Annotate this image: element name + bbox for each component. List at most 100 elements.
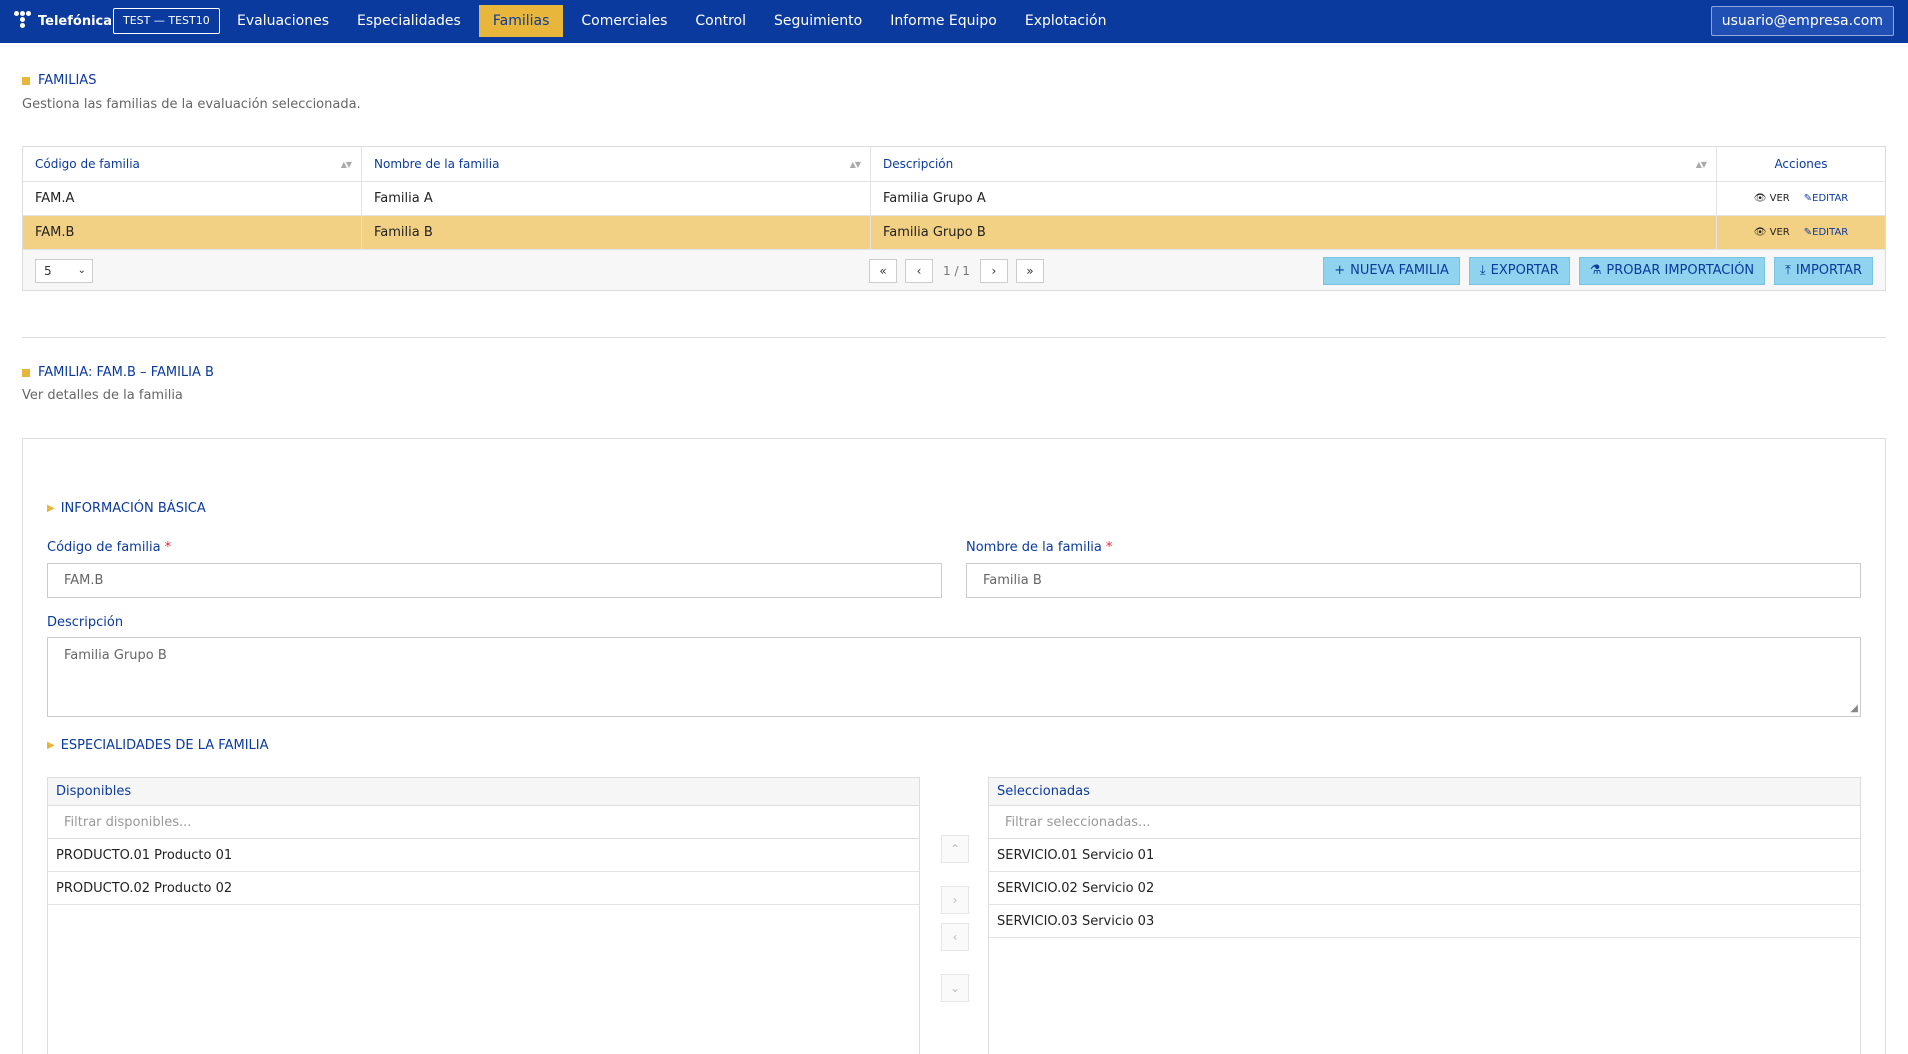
- move-down-button[interactable]: ⌄: [941, 974, 969, 1002]
- cell-actions: 👁 VER ✎EDITAR: [1717, 216, 1885, 249]
- basic-info-toggle[interactable]: ▶ INFORMACIÓN BÁSICA: [47, 501, 206, 516]
- view-label: VER: [1769, 193, 1790, 204]
- detail-subtitle: Ver detalles de la familia: [22, 388, 183, 403]
- pencil-icon: ✎: [1803, 193, 1813, 204]
- column-header-description[interactable]: Descripción ▲▼: [871, 147, 1717, 181]
- list-item[interactable]: SERVICIO.03 Servicio 03: [989, 905, 1860, 938]
- basic-info-title: INFORMACIÓN BÁSICA: [60, 501, 206, 516]
- cell-name: Familia A: [362, 182, 871, 215]
- eye-icon: 👁: [1753, 193, 1767, 204]
- import-button[interactable]: ⤒ IMPORTAR: [1774, 257, 1873, 285]
- edit-label: EDITAR: [1812, 193, 1849, 204]
- column-header-name[interactable]: Nombre de la familia ▲▼: [362, 147, 871, 181]
- caret-right-icon: ▶: [47, 740, 55, 751]
- move-up-button[interactable]: ⌃: [941, 835, 969, 863]
- first-page-button[interactable]: «: [869, 259, 897, 283]
- nav-item-familias[interactable]: Familias: [478, 5, 564, 37]
- download-icon: ⤓: [1479, 263, 1486, 278]
- plus-icon: +: [1334, 263, 1346, 278]
- specialties-toggle[interactable]: ▶ ESPECIALIDADES DE LA FAMILIA: [47, 738, 269, 753]
- next-page-button[interactable]: ›: [979, 259, 1008, 283]
- view-button[interactable]: 👁 VER: [1754, 193, 1790, 204]
- list-item[interactable]: SERVICIO.01 Servicio 01: [989, 839, 1860, 872]
- page-info: 1 / 1: [943, 264, 970, 278]
- flask-icon: ⚗: [1589, 263, 1602, 278]
- families-table: Código de familia ▲▼ Nombre de la familia…: [22, 146, 1886, 291]
- code-field[interactable]: FAM.B: [47, 563, 942, 598]
- detail-section-title: FAMILIA: FAM.B – FAMILIA B: [22, 365, 214, 380]
- export-label: EXPORTAR: [1490, 263, 1559, 278]
- resize-handle-icon[interactable]: ◢: [1850, 703, 1858, 714]
- table-row[interactable]: FAM.A Familia A Familia Grupo A 👁 VER ✎E…: [23, 182, 1885, 216]
- table-actions: + NUEVA FAMILIA ⤓ EXPORTAR ⚗ PROBAR IMPORTA…: [1323, 257, 1873, 285]
- column-header-description-label: Descripción: [883, 157, 954, 171]
- nav-item-especialidades[interactable]: Especialidades: [343, 5, 475, 37]
- prev-page-button[interactable]: ‹: [905, 259, 933, 283]
- brand-name: Telefónica: [38, 13, 113, 29]
- chevron-down-icon: ⌄: [77, 265, 86, 276]
- cell-description: Familia Grupo B: [871, 216, 1717, 249]
- column-header-actions-label: Acciones: [1774, 157, 1828, 171]
- export-button[interactable]: ⤓ EXPORTAR: [1468, 257, 1570, 285]
- page-size-value: 5: [44, 264, 52, 278]
- nav-item-explotacion[interactable]: Explotación: [1011, 5, 1121, 37]
- list-item[interactable]: SERVICIO.02 Servicio 02: [989, 872, 1860, 905]
- column-header-code[interactable]: Código de familia ▲▼: [23, 147, 362, 181]
- nav-item-control[interactable]: Control: [681, 5, 760, 37]
- description-field-label: Descripción: [47, 615, 124, 630]
- cell-code: FAM.B: [23, 216, 362, 249]
- last-page-button[interactable]: »: [1015, 259, 1044, 283]
- chevron-left-icon: ‹: [952, 930, 958, 944]
- upload-icon: ⤒: [1785, 263, 1791, 278]
- required-mark: *: [1105, 540, 1113, 555]
- table-row-selected[interactable]: FAM.B Familia B Familia Grupo B 👁 VER ✎E…: [23, 216, 1885, 250]
- telefonica-logo-icon: [14, 11, 32, 31]
- environment-badge[interactable]: TEST — TEST10: [113, 8, 220, 34]
- pencil-icon: ✎: [1803, 227, 1813, 238]
- new-family-button[interactable]: + NUEVA FAMILIA: [1323, 257, 1460, 285]
- column-header-code-label: Código de familia: [35, 157, 140, 171]
- specialties-title: ESPECIALIDADES DE LA FAMILIA: [60, 738, 269, 753]
- move-to-available-button[interactable]: ‹: [941, 923, 969, 951]
- move-to-selected-button[interactable]: ›: [941, 886, 969, 914]
- page-size-select[interactable]: 5 ⌄: [35, 259, 93, 283]
- edit-button[interactable]: ✎EDITAR: [1804, 227, 1848, 238]
- edit-label: EDITAR: [1812, 227, 1849, 238]
- description-field[interactable]: Familia Grupo B ◢: [47, 637, 1861, 717]
- column-header-name-label: Nombre de la familia: [374, 157, 500, 171]
- sort-icon[interactable]: ▲▼: [1696, 160, 1707, 169]
- required-mark: *: [164, 540, 172, 555]
- nav-item-informe-equipo[interactable]: Informe Equipo: [876, 5, 1011, 37]
- name-field[interactable]: Familia B: [966, 563, 1861, 598]
- table-footer: 5 ⌄ « ‹ 1 / 1 › » + NUEVA FAMILIA ⤓ EXPORT…: [23, 250, 1885, 290]
- view-button[interactable]: 👁 VER: [1754, 227, 1790, 238]
- user-menu-button[interactable]: usuario@empresa.com: [1710, 6, 1894, 36]
- list-item[interactable]: PRODUCTO.02 Producto 02: [48, 872, 919, 905]
- main-nav: Evaluaciones Especialidades Familias Com…: [223, 5, 1120, 37]
- eye-icon: 👁: [1753, 227, 1767, 238]
- available-list: Disponibles Filtrar disponibles... PRODU…: [47, 777, 920, 1054]
- selected-list-header: Seleccionadas: [989, 778, 1860, 806]
- column-header-actions: Acciones: [1717, 147, 1885, 181]
- available-filter-input[interactable]: Filtrar disponibles...: [48, 806, 919, 839]
- sort-icon[interactable]: ▲▼: [850, 160, 861, 169]
- edit-button[interactable]: ✎EDITAR: [1804, 193, 1848, 204]
- chevron-up-icon: ⌃: [949, 842, 961, 856]
- paginator: « ‹ 1 / 1 › »: [869, 259, 1044, 283]
- list-item[interactable]: PRODUCTO.01 Producto 01: [48, 839, 919, 872]
- cell-code: FAM.A: [23, 182, 362, 215]
- sort-icon[interactable]: ▲▼: [341, 160, 352, 169]
- list-section-title: FAMILIAS: [22, 73, 96, 88]
- chevron-down-icon: ⌄: [949, 981, 961, 995]
- cell-actions: 👁 VER ✎EDITAR: [1717, 182, 1885, 215]
- detail-form-panel: ▶ INFORMACIÓN BÁSICA Código de familia * …: [22, 438, 1886, 1054]
- brand-logo[interactable]: Telefónica: [14, 11, 112, 31]
- section-marker-icon: [22, 368, 30, 377]
- test-import-button[interactable]: ⚗ PROBAR IMPORTACIÓN: [1578, 257, 1766, 285]
- section-marker-icon: [22, 76, 30, 85]
- name-label-text: Nombre de la familia: [966, 540, 1102, 555]
- nav-item-evaluaciones[interactable]: Evaluaciones: [223, 5, 343, 37]
- nav-item-comerciales[interactable]: Comerciales: [567, 5, 681, 37]
- nav-item-seguimiento[interactable]: Seguimiento: [760, 5, 876, 37]
- selected-filter-input[interactable]: Filtrar seleccionadas...: [989, 806, 1860, 839]
